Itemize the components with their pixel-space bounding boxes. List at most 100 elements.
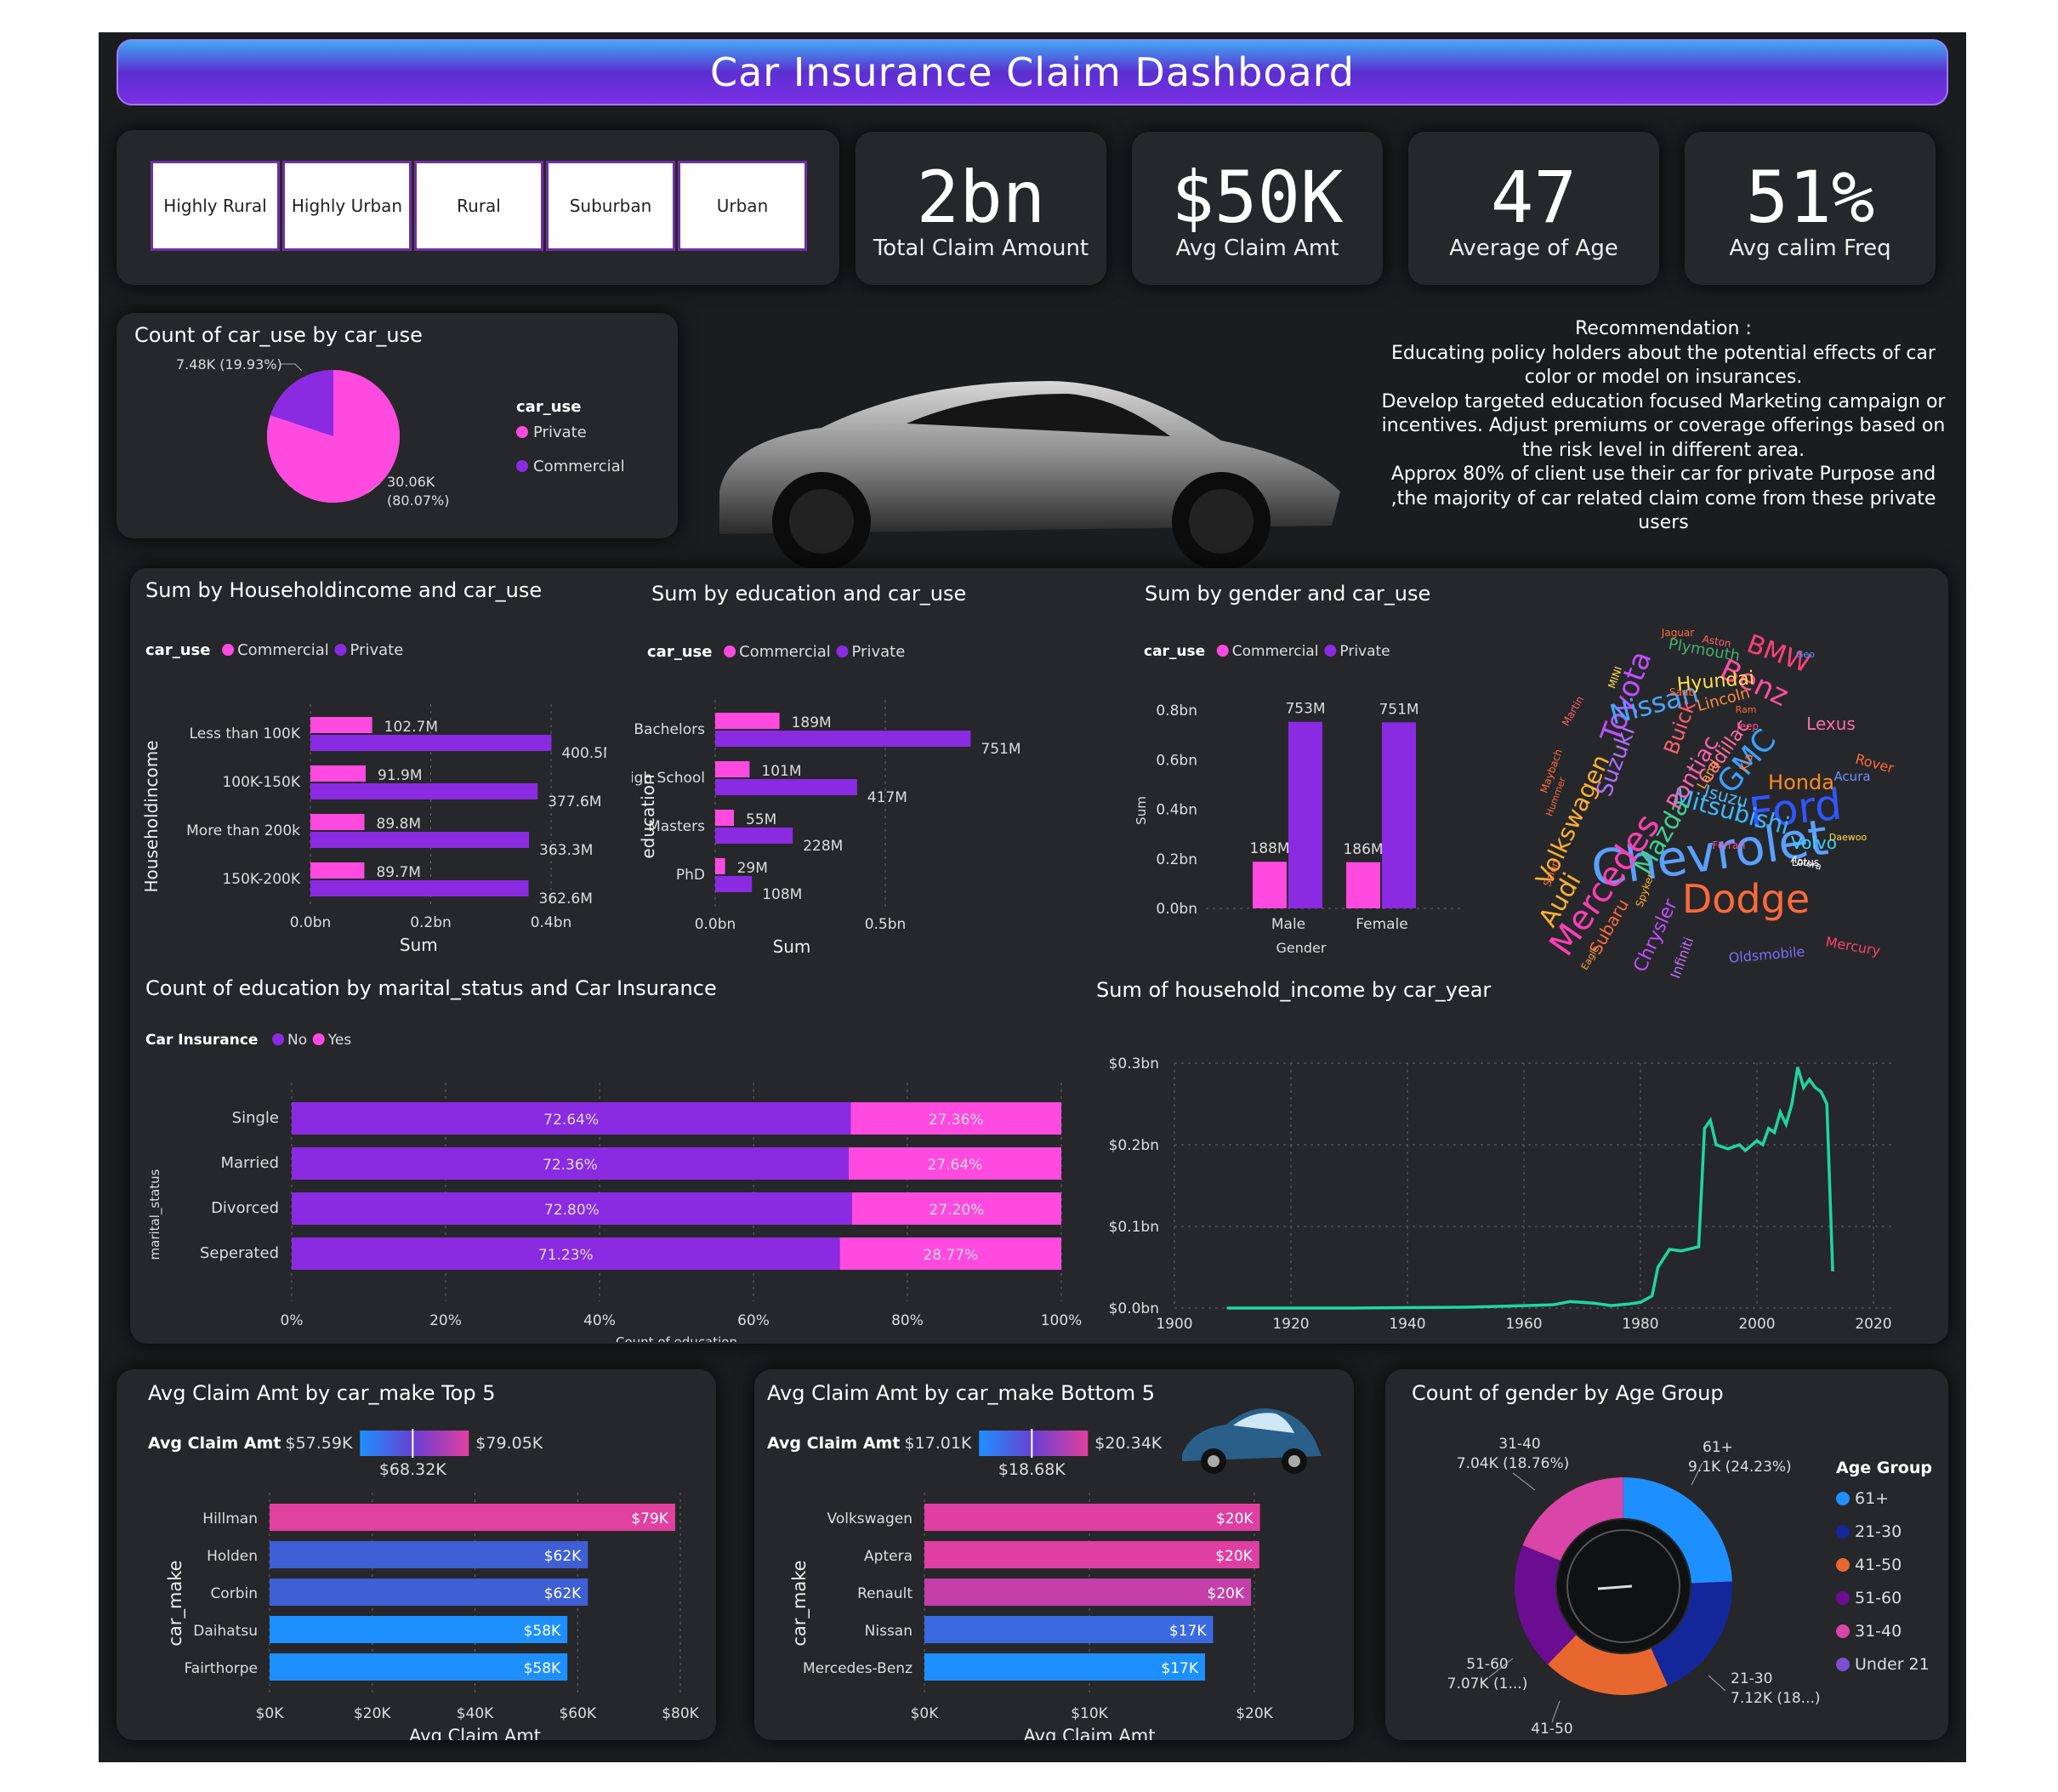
income-bar-chart: car_use Commercial Private 0.0bn 0.2bn 0.4bn L… bbox=[141, 641, 606, 955]
tick-label: $0.1bn bbox=[1109, 1219, 1159, 1236]
bar bbox=[310, 862, 365, 879]
recommendation-line: Educating policy holders about the poten… bbox=[1391, 342, 1936, 364]
legend-marker bbox=[334, 644, 347, 656]
bar bbox=[1346, 862, 1380, 908]
legend-min: $17.01K bbox=[905, 1434, 972, 1453]
data-label: 72.64% bbox=[543, 1112, 599, 1129]
axis-title: Householdincome bbox=[141, 740, 162, 892]
wordcloud-word: Geo bbox=[1796, 649, 1815, 660]
category-label: Aptera bbox=[864, 1548, 912, 1565]
legend-max: $20.34K bbox=[1094, 1434, 1162, 1453]
bar bbox=[270, 1504, 675, 1531]
legend-marker bbox=[516, 426, 528, 438]
age-donut-chart: 61+ 9.1K (24.23%) 21-30 7.12K (18...) 41-50 7… bbox=[1447, 1436, 1932, 1738]
data-label: 362.6M bbox=[539, 890, 593, 907]
data-label: 7.07K (1...) bbox=[1447, 1675, 1528, 1692]
data-label: 186M bbox=[1343, 841, 1383, 858]
data-label: 89.8M bbox=[377, 816, 422, 833]
data-label: 7.04K (18.76%) bbox=[1457, 1455, 1570, 1472]
category-label: Daihatsu bbox=[193, 1623, 258, 1640]
legend-item: Commercial bbox=[533, 458, 625, 475]
bar bbox=[715, 858, 725, 874]
bar bbox=[924, 1504, 1260, 1531]
analysis-panel: Sum by Householdincome and car_use Sum b… bbox=[130, 568, 1948, 1344]
kpi-value: 47 bbox=[1490, 156, 1578, 239]
data-label: $79K bbox=[631, 1510, 668, 1527]
category-label: Divorced bbox=[211, 1199, 279, 1217]
data-label: 101M bbox=[761, 763, 801, 780]
tick-label: 80% bbox=[891, 1312, 924, 1329]
category-label: Single bbox=[232, 1109, 279, 1127]
legend-title: Avg Claim Amt bbox=[148, 1434, 281, 1453]
car-use-pie-panel: Count of car_use by car_use 7.48K (19.93… bbox=[117, 313, 678, 538]
wordcloud-word: Oldsmobile bbox=[1728, 943, 1805, 966]
slicer-highly-urban[interactable]: Highly Urban bbox=[282, 161, 412, 251]
category-label: Seperated bbox=[200, 1244, 279, 1262]
data-label: 21-30 bbox=[1731, 1670, 1772, 1687]
data-label: 751M bbox=[1379, 701, 1418, 718]
legend-item: Private bbox=[350, 641, 404, 659]
legend-marker bbox=[516, 460, 528, 472]
bar bbox=[310, 735, 552, 751]
data-label: 27.36% bbox=[929, 1112, 984, 1129]
legend-title: car_use bbox=[145, 641, 210, 659]
category-label: Volkswagen bbox=[827, 1510, 912, 1527]
legend-item: 21-30 bbox=[1855, 1522, 1902, 1541]
wordcloud-word: Martin bbox=[1560, 694, 1586, 728]
data-label: 108M bbox=[762, 886, 802, 903]
data-label: 400.5M bbox=[561, 745, 606, 762]
data-label: 71.23% bbox=[538, 1247, 594, 1264]
slicer-rural[interactable]: Rural bbox=[414, 161, 543, 251]
tick-label: $20K bbox=[354, 1705, 391, 1722]
data-label: 91.9M bbox=[378, 767, 423, 784]
tick-label: 60% bbox=[737, 1312, 770, 1329]
recommendation-line: color or model on insurances. bbox=[1524, 367, 1803, 388]
legend-item: No bbox=[287, 1032, 307, 1049]
data-label: $58K bbox=[524, 1660, 561, 1677]
education-bar-chart: car_use Commercial Private 0.0bn 0.5bn Bachel… bbox=[632, 643, 1021, 957]
tick-label: $10K bbox=[1071, 1705, 1108, 1722]
slicer-highly-rural[interactable]: Highly Rural bbox=[151, 161, 280, 251]
legend-max: $79.05K bbox=[475, 1434, 543, 1453]
bar bbox=[310, 880, 529, 896]
recommendation-line: ,the majority of car related claim come … bbox=[1390, 487, 1936, 509]
category-label: Fairthorpe bbox=[185, 1660, 258, 1677]
bar bbox=[1253, 862, 1287, 908]
slicer-suburban[interactable]: Suburban bbox=[546, 161, 675, 251]
bar bbox=[310, 832, 530, 848]
legend-marker bbox=[1836, 1658, 1850, 1671]
axis-title: Avg Claim Amt bbox=[1024, 1726, 1156, 1740]
legend-marker bbox=[1836, 1492, 1850, 1505]
legend-title: car_use bbox=[516, 398, 581, 416]
bar bbox=[715, 828, 793, 844]
bar bbox=[310, 814, 365, 830]
data-label: 363.3M bbox=[539, 842, 593, 859]
legend-marker bbox=[836, 646, 849, 657]
axis-title: education bbox=[638, 774, 658, 858]
wordcloud-word: Lexus bbox=[1806, 714, 1856, 734]
wordcloud-word: Infiniti bbox=[1667, 935, 1697, 981]
wordcloud-word: Acura bbox=[1833, 769, 1870, 784]
legend-item: 41-50 bbox=[1855, 1556, 1902, 1574]
axis-title: Gender bbox=[1276, 940, 1327, 956]
data-label: 377.6M bbox=[548, 794, 601, 811]
legend-item: Commercial bbox=[739, 643, 831, 661]
tick-label: 0.0bn bbox=[290, 914, 332, 931]
legend-title: car_use bbox=[1144, 643, 1205, 660]
bar bbox=[715, 713, 780, 729]
category-label: Less than 100K bbox=[190, 725, 301, 742]
dashboard-title: Car Insurance Claim Dashboard bbox=[117, 39, 1948, 105]
recommendation-line: incentives. Adjust premiums or coverage … bbox=[1381, 415, 1946, 436]
axis-title: Count of education bbox=[616, 1334, 737, 1342]
kpi-claim-freq: 51% Avg calim Freq bbox=[1685, 132, 1936, 285]
tick-label: 0.8bn bbox=[1156, 703, 1197, 720]
bar bbox=[715, 779, 857, 795]
legend-title: car_use bbox=[647, 643, 712, 661]
legend-item: 31-40 bbox=[1855, 1622, 1902, 1641]
slicer-urban[interactable]: Urban bbox=[678, 161, 807, 251]
bar bbox=[1382, 722, 1416, 908]
legend-mid: $68.32K bbox=[379, 1460, 446, 1479]
axis-title: marital_status bbox=[147, 1169, 163, 1260]
tick-label: 0.2bn bbox=[410, 914, 452, 931]
wordcloud-word: Ferrari bbox=[1713, 839, 1746, 851]
